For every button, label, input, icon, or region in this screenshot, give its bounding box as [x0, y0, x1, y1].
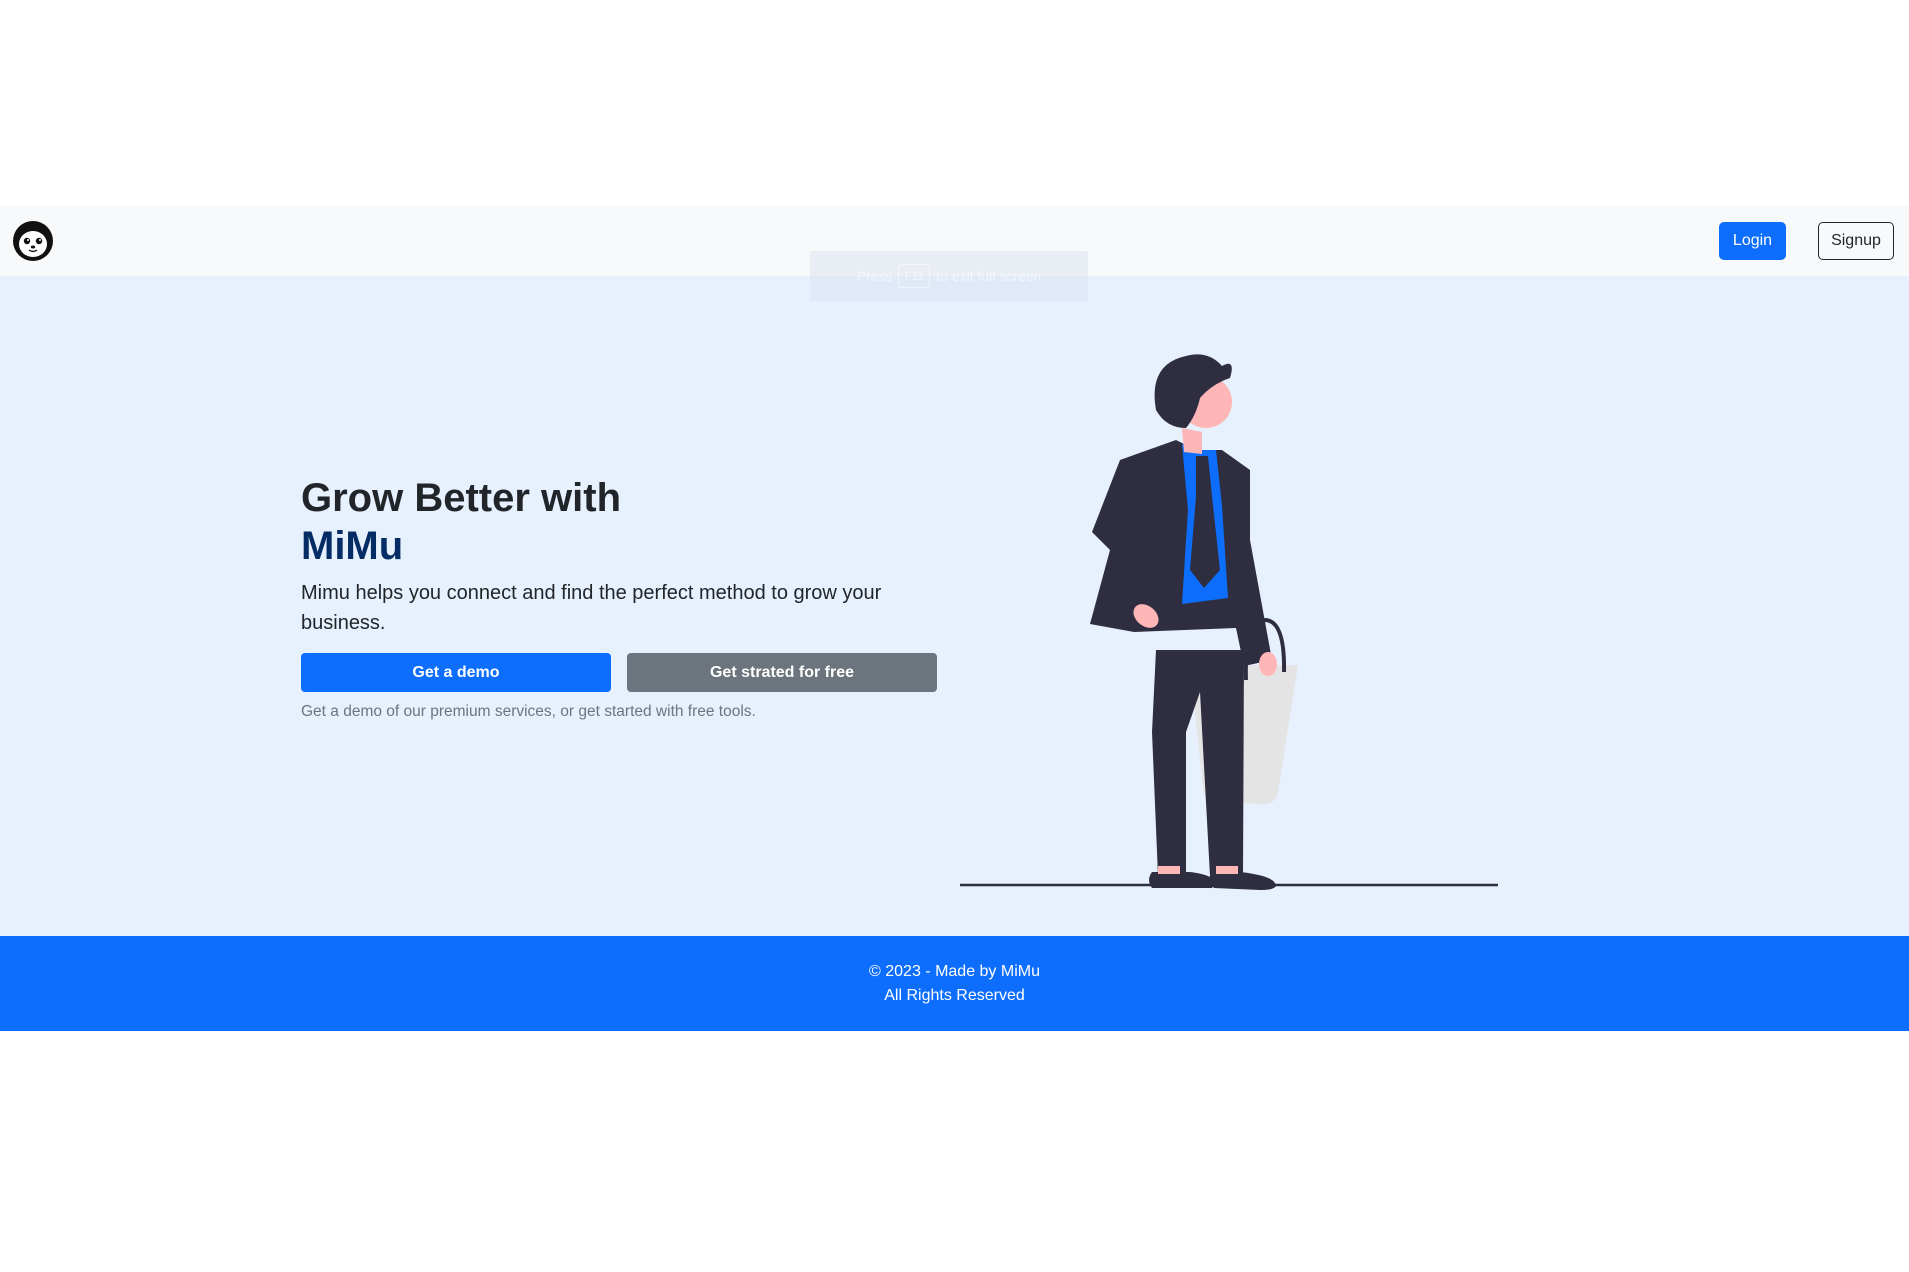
toast-suffix: to exit full screen: [936, 268, 1042, 284]
hero-section: Grow Better with MiMu Mimu helps you con…: [0, 276, 1909, 936]
hero-note: Get a demo of our premium services, or g…: [301, 703, 756, 720]
toast-prefix: Press: [856, 268, 893, 284]
hero-title-line: Grow Better with: [301, 476, 622, 520]
businessman-with-bag-illustration: [960, 320, 1502, 920]
footer-copyright: © 2023 - Made by MiMu: [869, 963, 1040, 980]
login-button[interactable]: Login: [1719, 222, 1786, 260]
hero-title: Grow Better with MiMu: [301, 474, 621, 570]
toast-key: F11: [898, 264, 931, 288]
fullscreen-toast: Press F11 to exit full screen: [810, 251, 1088, 301]
page: Login Signup Grow Better with MiMu Mimu …: [0, 0, 1909, 1272]
cat-face-icon[interactable]: [12, 220, 54, 262]
signup-button[interactable]: Signup: [1818, 222, 1894, 260]
hero-title-brand: MiMu: [301, 524, 404, 568]
footer-rights: All Rights Reserved: [884, 987, 1025, 1004]
footer: © 2023 - Made by MiMu All Rights Reserve…: [0, 936, 1909, 1031]
get-demo-button[interactable]: Get a demo: [301, 653, 611, 692]
get-started-free-button[interactable]: Get strated for free: [627, 653, 937, 692]
hero-description: Mimu helps you connect and find the perf…: [301, 582, 882, 634]
